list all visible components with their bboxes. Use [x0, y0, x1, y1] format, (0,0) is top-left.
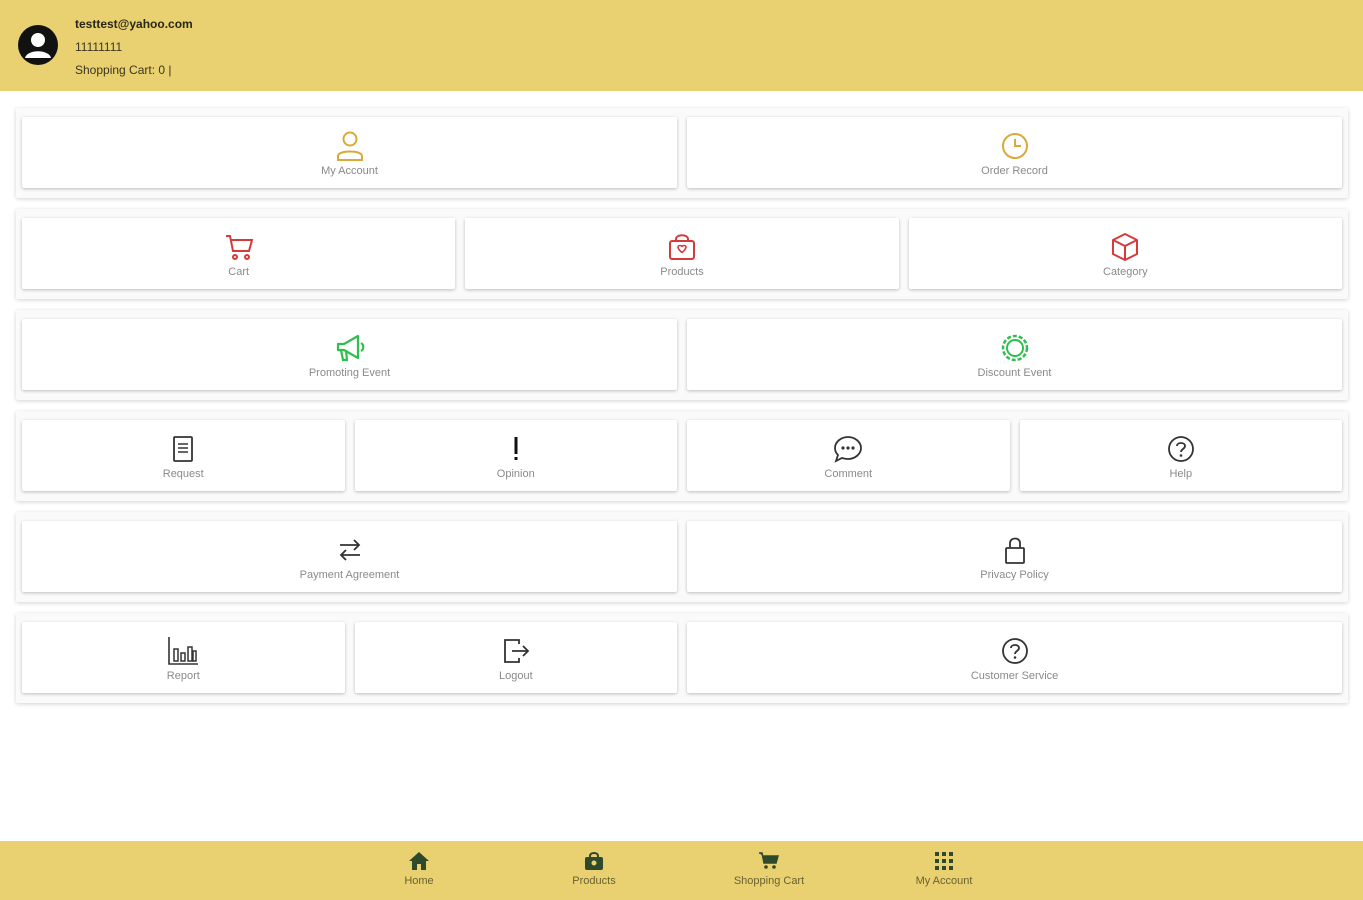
- comment-tile[interactable]: Comment: [687, 420, 1010, 491]
- clock-icon: [1001, 132, 1028, 159]
- shopping-bag-icon: [668, 233, 695, 260]
- help-label: Help: [1169, 467, 1193, 480]
- nav-products[interactable]: Products: [534, 849, 654, 887]
- nav-home-label: Home: [404, 875, 434, 887]
- help-tile[interactable]: Help: [1019, 420, 1342, 491]
- menu-grid: My Account Order Record Cart Products Ca…: [16, 108, 1348, 714]
- nav-shopping-cart[interactable]: Shopping Cart: [709, 849, 829, 887]
- order-record-label: Order Record: [981, 164, 1048, 177]
- logout-icon: [503, 638, 530, 663]
- products-tile[interactable]: Products: [465, 218, 899, 289]
- grid-icon: [935, 852, 953, 870]
- menu-group-misc: Report Logout Customer Service: [16, 613, 1348, 703]
- menu-group-policy: Payment Agreement Privacy Policy: [16, 512, 1348, 602]
- header: testtest@yahoo.com 11111111 Shopping Car…: [0, 0, 1363, 91]
- nav-shopping-cart-label: Shopping Cart: [733, 875, 805, 887]
- discount-badge-icon: [1001, 334, 1028, 361]
- question-circle-icon: [1001, 637, 1028, 664]
- nav-my-account-label: My Account: [915, 875, 973, 887]
- cart-label: Cart: [228, 265, 250, 278]
- lock-icon: [1004, 537, 1025, 564]
- products-label: Products: [660, 265, 704, 278]
- nav-products-label: Products: [572, 875, 616, 887]
- exclamation-icon: [514, 436, 518, 460]
- nav-home[interactable]: Home: [359, 849, 479, 887]
- cart-status: Shopping Cart: 0 |: [75, 63, 172, 77]
- opinion-label: Opinion: [496, 467, 535, 480]
- user-icon: [336, 131, 363, 161]
- request-label: Request: [162, 467, 204, 480]
- cart-tile[interactable]: Cart: [22, 218, 456, 289]
- customer-service-tile[interactable]: Customer Service: [687, 622, 1342, 693]
- request-tile[interactable]: Request: [22, 420, 345, 491]
- menu-group-shop: Cart Products Category: [16, 209, 1348, 299]
- logout-tile[interactable]: Logout: [354, 622, 678, 693]
- comment-label: Comment: [824, 467, 873, 480]
- payment-agreement-label: Payment Agreement: [299, 568, 400, 581]
- report-tile[interactable]: Report: [22, 622, 345, 693]
- bar-chart-icon: [168, 636, 199, 665]
- category-tile[interactable]: Category: [908, 218, 1342, 289]
- opinion-tile[interactable]: Opinion: [354, 420, 677, 491]
- menu-group-feedback: Request Opinion Comment Help: [16, 411, 1348, 501]
- megaphone-icon: [336, 334, 364, 361]
- menu-group-events: Promoting Event Discount Event: [16, 310, 1348, 400]
- promoting-event-tile[interactable]: Promoting Event: [22, 319, 677, 390]
- chat-bubble-icon: [834, 435, 863, 463]
- box-icon: [1112, 232, 1139, 261]
- discount-event-tile[interactable]: Discount Event: [687, 319, 1342, 390]
- cart-icon: [759, 852, 779, 869]
- user-info: testtest@yahoo.com 11111111 Shopping Car…: [75, 13, 193, 82]
- my-account-label: My Account: [321, 164, 378, 177]
- privacy-policy-label: Privacy Policy: [980, 568, 1049, 581]
- my-account-tile[interactable]: My Account: [22, 117, 677, 188]
- report-label: Report: [166, 669, 200, 682]
- discount-event-label: Discount Event: [977, 366, 1052, 379]
- customer-service-label: Customer Service: [970, 669, 1059, 682]
- menu-group-account: My Account Order Record: [16, 108, 1348, 198]
- home-icon: [409, 852, 429, 870]
- question-circle-icon: [1167, 435, 1194, 462]
- shopping-bag-icon: [585, 852, 603, 870]
- bottom-nav: Home Products Shopping Cart My Account: [0, 841, 1363, 900]
- exchange-arrows-icon: [339, 538, 360, 561]
- logout-label: Logout: [499, 669, 533, 682]
- category-label: Category: [1103, 265, 1148, 278]
- avatar-icon[interactable]: [17, 24, 59, 66]
- cart-icon: [225, 234, 253, 260]
- payment-agreement-tile[interactable]: Payment Agreement: [22, 521, 677, 592]
- nav-my-account[interactable]: My Account: [884, 849, 1004, 887]
- privacy-policy-tile[interactable]: Privacy Policy: [687, 521, 1342, 592]
- user-email: testtest@yahoo.com: [75, 17, 193, 31]
- order-record-tile[interactable]: Order Record: [687, 117, 1342, 188]
- document-icon: [173, 435, 194, 462]
- promoting-event-label: Promoting Event: [308, 366, 391, 379]
- user-phone: 11111111: [75, 40, 123, 54]
